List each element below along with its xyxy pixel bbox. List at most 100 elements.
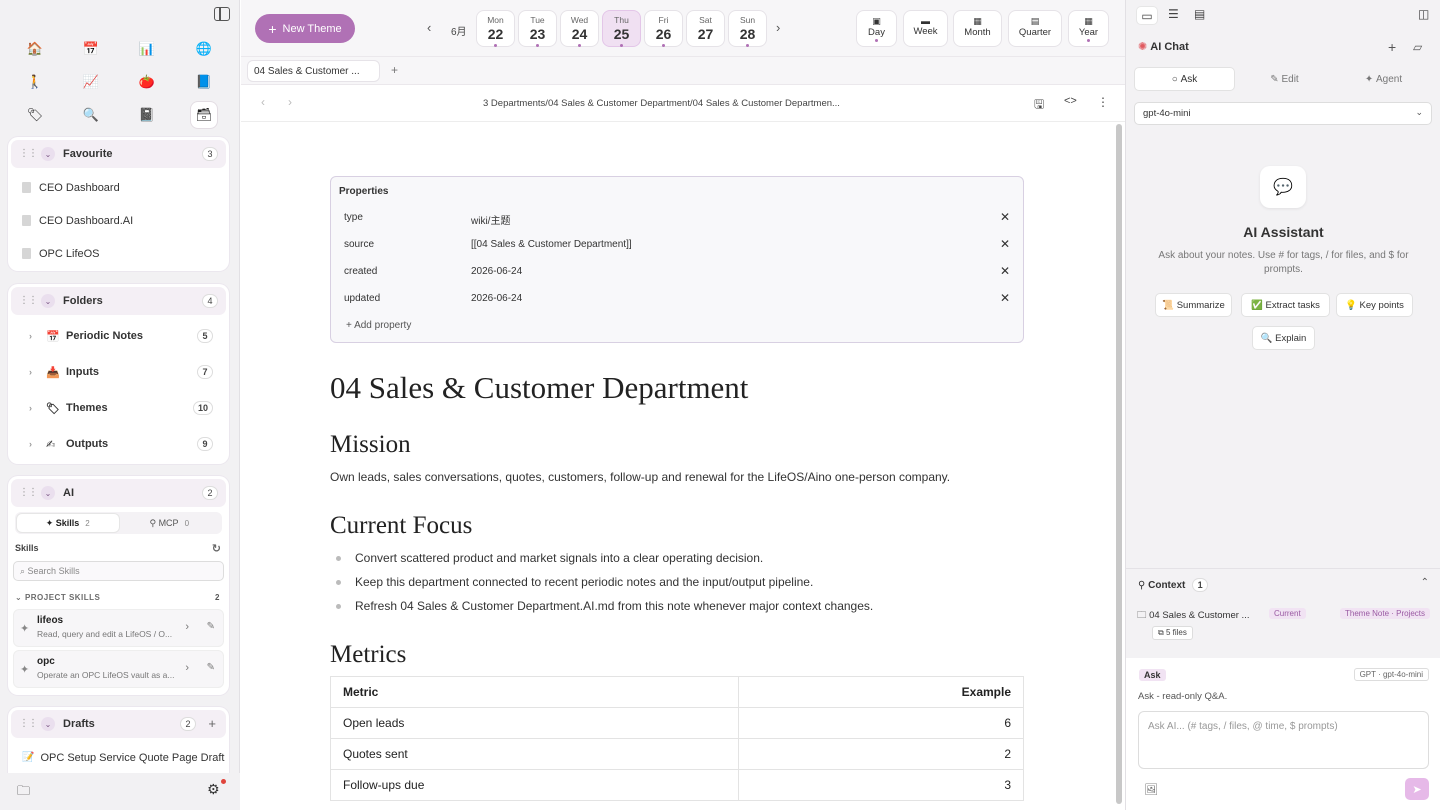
close-icon[interactable]: ✕ xyxy=(1000,264,1010,278)
folder-item-periodic-notes[interactable]: › 📅 Periodic Notes 5 xyxy=(8,318,229,354)
day-fri[interactable]: Fri 26 xyxy=(644,10,683,47)
tab-mcp[interactable]: ⚲ MCP 0 xyxy=(119,514,221,532)
close-icon[interactable]: ✕ xyxy=(1000,291,1010,305)
files-count-badge[interactable]: ⧉ 5 files xyxy=(1152,626,1193,640)
history-icon[interactable]: ▱ xyxy=(1413,40,1422,54)
project-skills-header[interactable]: ⌄ PROJECT SKILLS 2 xyxy=(8,585,229,606)
tab-sales-customer[interactable]: 04 Sales & Customer ... xyxy=(247,60,380,82)
checklist-icon[interactable]: ☰ xyxy=(1168,7,1179,21)
new-theme-button[interactable]: + New Theme xyxy=(255,14,355,43)
folder-item-inputs[interactable]: › 📥 Inputs 7 xyxy=(8,354,229,390)
search-icon[interactable]: 🔍 xyxy=(78,102,104,128)
chevron-right-icon[interactable]: › xyxy=(29,331,42,341)
chevron-right-icon[interactable]: › xyxy=(185,621,189,633)
new-tab-icon[interactable]: + xyxy=(391,63,398,77)
next-week-icon[interactable]: › xyxy=(776,20,780,35)
drag-handle-icon[interactable]: ⋮⋮ xyxy=(19,149,38,159)
gear-icon[interactable]: ⚙ xyxy=(207,781,220,798)
tab-skills[interactable]: ✦ Skills 2 xyxy=(17,514,119,532)
tag-icon[interactable]: 🏷 xyxy=(22,102,48,128)
right-panel-toggle-icon[interactable]: ◫ xyxy=(1418,7,1429,21)
edit-icon[interactable]: ✎ xyxy=(207,662,215,673)
tomato-icon[interactable]: 🍅 xyxy=(134,69,160,95)
favourite-item[interactable]: CEO Dashboard xyxy=(8,171,229,204)
explain-button[interactable]: 🔍 Explain xyxy=(1252,326,1315,350)
image-icon[interactable]: 🖼 xyxy=(1144,783,1158,796)
tab-agent[interactable]: ✦ Agent xyxy=(1334,67,1433,91)
view-week-button[interactable]: ▬ Week xyxy=(903,10,948,47)
close-icon[interactable]: ✕ xyxy=(1000,237,1010,251)
extract-tasks-button[interactable]: ✅ Extract tasks xyxy=(1241,293,1330,317)
view-month-button[interactable]: ▦ Month xyxy=(953,10,1002,47)
property-value[interactable]: [[04 Sales & Customer Department]] xyxy=(471,239,632,250)
home-icon[interactable]: 🏠 xyxy=(22,36,48,62)
drag-handle-icon[interactable]: ⋮⋮ xyxy=(19,296,38,306)
editor-scrollbar[interactable] xyxy=(1115,124,1123,810)
drag-handle-icon[interactable]: ⋮⋮ xyxy=(19,488,38,498)
day-sun[interactable]: Sun 28 xyxy=(728,10,767,47)
globe-icon[interactable]: 🌐 xyxy=(191,36,217,62)
ai-header[interactable]: ⋮⋮ ⌄ AI 2 xyxy=(11,479,226,507)
edit-icon[interactable]: ✎ xyxy=(207,621,215,632)
forward-icon[interactable]: › xyxy=(288,95,292,109)
day-wed[interactable]: Wed 24 xyxy=(560,10,599,47)
sidebar-toggle-icon[interactable] xyxy=(214,7,230,21)
notebook-icon[interactable]: 📓 xyxy=(134,102,160,128)
chevron-right-icon[interactable]: › xyxy=(29,403,42,413)
add-draft-icon[interactable]: + xyxy=(208,716,216,731)
trend-icon[interactable]: 📈 xyxy=(78,69,104,95)
view-day-button[interactable]: ▣ Day xyxy=(856,10,897,47)
draft-item[interactable]: 📝 OPC Setup Service Quote Page Draft xyxy=(8,741,229,774)
chevron-down-icon[interactable]: ⌄ xyxy=(41,486,55,500)
drafts-header[interactable]: ⋮⋮ ⌄ Drafts 2 + xyxy=(11,710,226,738)
context-header[interactable]: ⚲ Context 1 xyxy=(1138,578,1209,592)
favourite-item[interactable]: OPC LifeOS xyxy=(8,237,229,270)
scrollbar-thumb[interactable] xyxy=(1116,124,1122,804)
outline-icon[interactable]: ▤ xyxy=(1194,7,1205,21)
summarize-button[interactable]: 📜 Summarize xyxy=(1155,293,1232,317)
save-icon[interactable]: 🖫 xyxy=(1034,95,1044,116)
property-row[interactable]: created 2026-06-24 ✕ xyxy=(344,261,1010,283)
folder-item-outputs[interactable]: › ✍ Outputs 9 xyxy=(8,426,229,462)
back-icon[interactable]: ‹ xyxy=(261,95,265,109)
property-value[interactable]: wiki/主题 xyxy=(471,212,510,227)
drag-handle-icon[interactable]: ⋮⋮ xyxy=(19,719,38,729)
chat-icon[interactable]: ▭ xyxy=(1137,7,1157,24)
prev-week-icon[interactable]: ‹ xyxy=(427,20,431,35)
model-select[interactable]: gpt-4o-mini ⌄ xyxy=(1134,102,1432,125)
chevron-right-icon[interactable]: › xyxy=(185,662,189,674)
chevron-down-icon[interactable]: ⌄ xyxy=(41,717,55,731)
skill-item-opc[interactable]: ✦ opc Operate an OPC LifeOS vault as a... ›… xyxy=(13,650,224,688)
property-value[interactable]: 2026-06-24 xyxy=(471,293,522,304)
chevron-down-icon[interactable]: ⌄ xyxy=(41,147,55,161)
new-chat-icon[interactable]: + xyxy=(1388,39,1396,55)
view-quarter-button[interactable]: ▤ Quarter xyxy=(1008,10,1062,47)
folders-header[interactable]: ⋮⋮ ⌄ Folders 4 xyxy=(11,287,226,315)
day-tue[interactable]: Tue 23 xyxy=(518,10,557,47)
book-icon[interactable]: 📘 xyxy=(191,69,217,95)
refresh-icon[interactable]: ↻ xyxy=(212,542,221,555)
folder-item-themes[interactable]: › 🏷 Themes 10 xyxy=(8,390,229,426)
chevron-up-icon[interactable]: ⌃ xyxy=(1421,577,1429,588)
day-thu[interactable]: Thu 25 xyxy=(602,10,641,47)
day-mon[interactable]: Mon 22 xyxy=(476,10,515,47)
chat-input[interactable]: Ask AI... (# tags, / files, @ time, $ pr… xyxy=(1138,711,1429,769)
chart-icon[interactable]: 📊 xyxy=(134,36,160,62)
archive-icon[interactable]: 🗃 xyxy=(191,102,217,128)
search-skills-input[interactable]: ⌕ Search Skills xyxy=(13,561,224,581)
property-row[interactable]: updated 2026-06-24 ✕ xyxy=(344,288,1010,310)
folder-icon[interactable]: 🗀 xyxy=(17,782,30,804)
skill-item-lifeos[interactable]: ✦ lifeos Read, query and edit a LifeOS / O… xyxy=(13,609,224,647)
tab-edit[interactable]: ✎ Edit xyxy=(1235,67,1334,91)
favourite-item[interactable]: CEO Dashboard.AI xyxy=(8,204,229,237)
walk-icon[interactable]: 🚶 xyxy=(22,69,48,95)
tab-ask[interactable]: ○ Ask xyxy=(1134,67,1235,91)
more-icon[interactable]: ⋮ xyxy=(1097,95,1109,109)
favourite-header[interactable]: ⋮⋮ ⌄ Favourite 3 xyxy=(11,140,226,168)
chevron-right-icon[interactable]: › xyxy=(29,439,42,449)
chevron-right-icon[interactable]: › xyxy=(29,367,42,377)
day-sat[interactable]: Sat 27 xyxy=(686,10,725,47)
editor[interactable]: Properties type wiki/主题 ✕ source [[04 Sales… xyxy=(241,122,1112,810)
property-value[interactable]: 2026-06-24 xyxy=(471,266,522,277)
view-year-button[interactable]: ▦ Year xyxy=(1068,10,1109,47)
